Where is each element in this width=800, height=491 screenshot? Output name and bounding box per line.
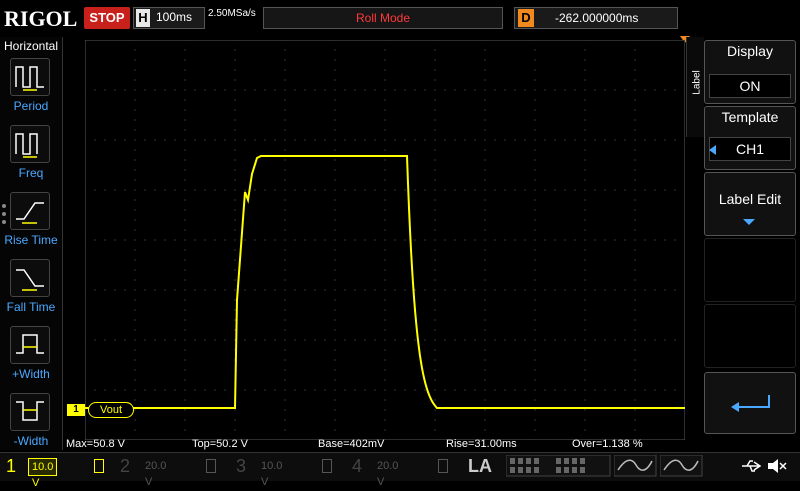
positive-width-button[interactable] [10, 326, 50, 364]
digital-channel-grid-icon [506, 455, 611, 477]
label-edit-softkey[interactable]: Label Edit [704, 172, 796, 236]
measurement-top: Top=50.2 V [192, 438, 248, 450]
display-title: Display [727, 43, 773, 59]
channel1-label-tag: Vout [88, 402, 134, 418]
channel4-number: 4 [352, 456, 363, 476]
speaker-muted-icon[interactable] [766, 457, 788, 475]
freq-icon [15, 133, 38, 158]
source1-waveform-icon[interactable] [614, 455, 658, 477]
timebase-value: 100ms [156, 10, 193, 24]
source2-waveform-icon[interactable] [660, 455, 704, 477]
timebase-key: H [136, 9, 150, 27]
fall-time-icon [16, 269, 44, 291]
menu-tab-text: Label [691, 70, 703, 95]
period-label: Period [13, 99, 49, 113]
template-left-arrow-icon [709, 145, 716, 155]
channel4-scale: 20.0 V [377, 460, 399, 488]
template-softkey[interactable]: Template CH1 [704, 106, 796, 170]
channel1-scale: 10.0 V [28, 458, 58, 489]
channel4-coupling-icon [438, 459, 448, 473]
run-stop-status[interactable]: STOP [84, 7, 130, 29]
empty-softkey-4[interactable] [704, 238, 796, 302]
brand-logo: RIGOL [4, 6, 78, 31]
empty-softkey-5[interactable] [704, 304, 796, 368]
freq-label: Freq [18, 166, 44, 180]
usb-icon [742, 460, 762, 472]
negative-width-button[interactable] [10, 393, 50, 431]
channel3-coupling-icon [322, 459, 332, 473]
channel3-scale: 10.0 V [261, 460, 283, 488]
display-softkey[interactable]: Display ON [704, 40, 796, 104]
chevron-down-icon [743, 219, 755, 225]
channel2-number: 2 [120, 456, 131, 476]
period-icon [15, 66, 44, 91]
channel2-scale: 20.0 V [145, 460, 167, 488]
timebase-box[interactable]: H 100ms [133, 7, 205, 29]
measure-category-title: Horizontal [3, 39, 59, 53]
negative-width-label: -Width [13, 434, 49, 448]
channel2-coupling-icon [206, 459, 216, 473]
return-icon [731, 395, 770, 412]
positive-width-label: +Width [12, 367, 50, 381]
measurement-max: Max=50.8 V [66, 438, 126, 450]
channel1-ground-marker[interactable]: 1 [67, 404, 85, 416]
logic-analyzer-button[interactable]: LA [468, 456, 492, 477]
acquire-mode: Roll Mode [263, 7, 503, 29]
template-value: CH1 [709, 137, 791, 161]
page-indicator-dots [2, 204, 8, 228]
measurement-rise: Rise=31.00ms [446, 438, 517, 450]
positive-width-icon [16, 334, 44, 354]
rise-time-label: Rise Time [4, 233, 58, 247]
delay-box[interactable]: D -262.000000ms [514, 7, 678, 29]
rise-time-icon [16, 202, 44, 224]
measurement-overshoot: Over=1.138 % [572, 438, 643, 450]
negative-width-icon [16, 401, 44, 421]
delay-value: -262.000000ms [555, 11, 639, 25]
channel3-number: 3 [236, 456, 247, 476]
rise-time-button[interactable] [10, 192, 50, 230]
waveform-display [85, 40, 685, 440]
channel1-number: 1 [6, 456, 17, 476]
freq-button[interactable] [10, 125, 50, 163]
channel1-coupling-icon [94, 459, 104, 473]
return-softkey[interactable] [704, 372, 796, 434]
label-edit-title: Label Edit [718, 191, 782, 207]
delay-key: D [518, 9, 534, 27]
display-value: ON [709, 74, 791, 98]
template-title: Template [721, 109, 779, 125]
period-button[interactable] [10, 58, 50, 96]
fall-time-label: Fall Time [6, 300, 56, 314]
menu-tab-label[interactable]: Label [686, 37, 705, 137]
measurement-base: Base=402mV [318, 438, 385, 450]
fall-time-button[interactable] [10, 259, 50, 297]
sample-rate: 2.50MSa/s [208, 8, 256, 19]
